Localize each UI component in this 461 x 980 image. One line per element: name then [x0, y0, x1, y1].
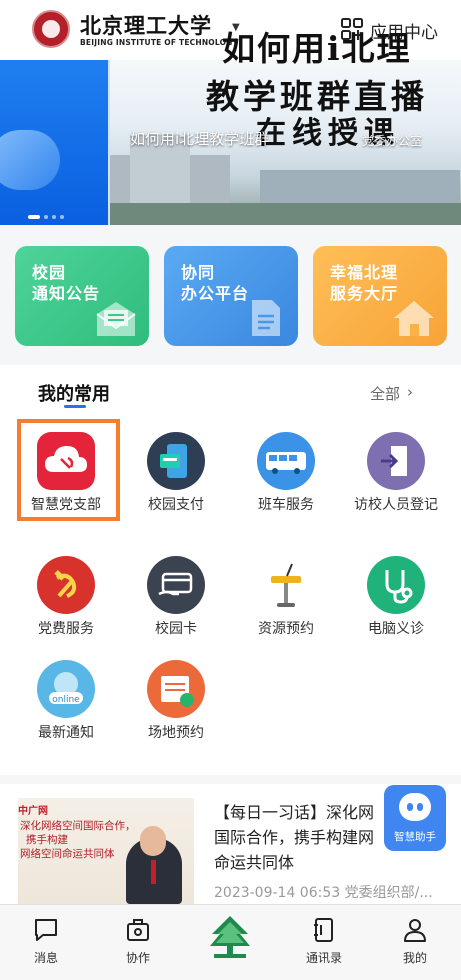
podium-icon [257, 556, 315, 614]
university-seal-logo [32, 10, 70, 48]
document-icon [252, 300, 280, 336]
contacts-icon [314, 918, 333, 942]
app-latest-notice[interactable]: online 最新通知 [11, 660, 121, 742]
nav-messages[interactable]: 消息 [16, 916, 76, 966]
online-globe-icon: online [37, 660, 95, 718]
stethoscope-icon [367, 556, 425, 614]
quick-card-line1: 幸福北理 [330, 263, 399, 282]
banner-headline-1: 如何用i北理 [222, 29, 412, 68]
quick-card-line2: 服务大厅 [330, 284, 399, 303]
thumbnail-text-1: 深化网络空间国际合作， [20, 820, 136, 832]
app-smart-party-branch[interactable]: 智慧党支部 [11, 432, 121, 514]
envelope-icon [96, 302, 136, 336]
bus-icon [257, 432, 315, 490]
banner-prev-slide [0, 60, 108, 225]
app-party-fee[interactable]: 党费服务 [11, 556, 121, 638]
quick-card-line2: 办公平台 [181, 284, 250, 303]
app-label: 最新通知 [38, 725, 94, 741]
school-emblem-icon [210, 916, 250, 958]
house-icon [394, 301, 434, 336]
view-all-link[interactable]: 全部 [370, 383, 400, 404]
quick-card-line2: 通知公告 [32, 284, 101, 303]
carousel-indicator [28, 206, 68, 219]
app-label: 智慧党支部 [31, 497, 101, 513]
nav-contacts[interactable]: 通讯录 [294, 916, 354, 966]
collaboration-icon [127, 919, 149, 941]
app-computer-clinic[interactable]: 电脑义诊 [341, 556, 451, 638]
nav-label: 协作 [125, 951, 150, 965]
quick-card-line1: 协同 [181, 263, 216, 282]
quick-card-office-platform[interactable]: 协同 办公平台 [164, 246, 298, 346]
news-thumbnail: 中广网 深化网络空间国际合作， 携手构建 网络空间命运共同体 [18, 798, 194, 904]
person-face [140, 826, 166, 856]
app-shuttle-bus[interactable]: 班车服务 [231, 432, 341, 514]
app-label: 党费服务 [38, 621, 94, 637]
news-meta: 2023-09-14 06:53 党委组织部/... [214, 885, 433, 901]
app-label: 访校人员登记 [354, 497, 438, 513]
app-label: 场地预约 [148, 725, 204, 741]
app-label: 班车服务 [258, 497, 314, 513]
favorites-title: 我的常用 [38, 384, 110, 405]
visitor-entry-icon [367, 432, 425, 490]
smart-assistant-button[interactable]: 智慧助手 [384, 785, 446, 851]
quick-card-line1: 校园 [32, 263, 67, 282]
party-cloud-icon [37, 432, 95, 490]
nav-home-emblem[interactable] [200, 912, 260, 962]
banner-caption[interactable]: 如何用i北理教学班群 [130, 128, 269, 149]
quick-card-service-hall[interactable]: 幸福北理 服务大厅 [313, 246, 447, 346]
app-label: 电脑义诊 [368, 621, 424, 637]
thumbnail-text-2: 携手构建 [26, 834, 68, 846]
nav-label: 我的 [402, 951, 427, 965]
thumbnail-text-3: 网络空间命运共同体 [20, 848, 115, 860]
news-title[interactable]: 【每日一习话】深化网国际合作，携手构建网命运共同体 [214, 800, 384, 875]
app-visitor-registration[interactable]: 访校人员登记 [341, 432, 451, 514]
svg-text:online: online [52, 695, 80, 705]
favorites-title-underline [64, 405, 86, 408]
app-campus-card[interactable]: 校园卡 [121, 556, 231, 638]
hammer-sickle-icon [37, 556, 95, 614]
quick-card-campus-notice[interactable]: 校园 通知公告 [15, 246, 149, 346]
thumbnail-source: 中广网 [18, 806, 48, 817]
campus-card-icon [147, 556, 205, 614]
assistant-label: 智慧助手 [394, 831, 436, 843]
nav-label: 消息 [33, 951, 58, 965]
app-label: 校园卡 [155, 621, 197, 637]
profile-icon [404, 919, 426, 942]
person-tie [151, 860, 156, 884]
robot-icon [399, 793, 431, 821]
chevron-right-icon[interactable]: › [407, 383, 413, 401]
banner-source-tag: 党委办公室 [362, 134, 423, 148]
payment-phone-icon [147, 432, 205, 490]
app-label: 资源预约 [258, 621, 314, 637]
venue-booking-icon [147, 660, 205, 718]
app-label: 校园支付 [148, 497, 204, 513]
app-resource-booking[interactable]: 资源预约 [231, 556, 341, 638]
nav-collaboration[interactable]: 协作 [108, 916, 168, 966]
nav-profile[interactable]: 我的 [385, 916, 445, 966]
app-venue-booking[interactable]: 场地预约 [121, 660, 231, 742]
university-name-en: BEIJING INSTITUTE OF TECHNOLOGY [80, 38, 238, 47]
message-icon [35, 919, 57, 941]
nav-label: 通讯录 [305, 951, 342, 965]
university-name-cn: 北京理工大学 [80, 13, 212, 38]
app-campus-payment[interactable]: 校园支付 [121, 432, 231, 514]
